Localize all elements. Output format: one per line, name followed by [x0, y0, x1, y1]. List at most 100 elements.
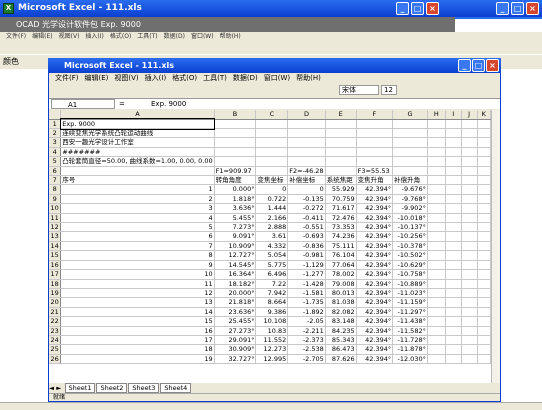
column-header[interactable]: D [287, 110, 326, 120]
cell[interactable] [427, 288, 446, 299]
menu-item[interactable]: 视图(V) [114, 74, 138, 82]
cell[interactable] [427, 213, 446, 224]
cell[interactable]: 80.013 [325, 288, 357, 299]
cell[interactable]: 17 [60, 335, 215, 346]
cell[interactable]: -10.137° [392, 222, 428, 233]
cell[interactable]: 86.473 [325, 344, 357, 355]
cell[interactable] [445, 156, 462, 167]
column-header[interactable]: G [392, 110, 428, 120]
cell[interactable]: 13 [60, 297, 215, 308]
cell[interactable]: 20.000° [214, 288, 257, 299]
sheet-tab[interactable]: Sheet2 [96, 383, 128, 393]
cell[interactable] [356, 156, 394, 167]
cell[interactable]: 3.636° [214, 203, 257, 214]
column-header[interactable]: H [427, 110, 446, 120]
cell[interactable]: 凸轮套筒直径=50.00, 曲线系数=1.00, 0.00, 0.00 [60, 156, 215, 167]
menu-item[interactable]: 窗口(W) [264, 74, 290, 82]
cell[interactable] [392, 128, 428, 139]
cell[interactable]: 71.617 [325, 203, 357, 214]
cell[interactable]: 72.476 [325, 213, 357, 224]
cell[interactable] [427, 137, 446, 148]
cell[interactable]: 8.664 [255, 297, 289, 308]
row-header[interactable]: 16 [49, 260, 62, 271]
outer-menu-item[interactable]: 格式(O) [110, 33, 131, 40]
cell[interactable]: 42.394° [356, 184, 394, 195]
sheet-tab[interactable]: Sheet1 [64, 383, 96, 393]
cell[interactable]: 7.273° [214, 222, 257, 233]
cell[interactable] [427, 269, 446, 280]
menu-item[interactable]: 数据(D) [233, 74, 258, 82]
row-header[interactable]: 2 [49, 128, 62, 139]
cell[interactable]: 27.273° [214, 326, 257, 336]
cell[interactable]: 连续变焦光学系统凸轮运动曲线 [60, 128, 215, 139]
cell[interactable]: 10 [60, 269, 215, 280]
cell[interactable]: 1 [60, 184, 215, 195]
cell[interactable]: 42.394° [356, 269, 394, 280]
cell[interactable]: 42.394° [356, 279, 394, 289]
cell[interactable]: -1.735 [287, 297, 326, 308]
cell[interactable]: 42.394° [356, 307, 394, 318]
cell[interactable] [445, 184, 462, 195]
cell[interactable] [255, 147, 289, 158]
row-header[interactable]: 5 [49, 156, 62, 167]
cell[interactable] [214, 147, 257, 158]
menu-item[interactable]: 工具(T) [203, 74, 227, 82]
cell[interactable] [427, 354, 446, 365]
cell[interactable] [445, 269, 462, 280]
cell[interactable]: 42.394° [356, 250, 394, 261]
cell[interactable]: 10.108 [255, 316, 289, 327]
cell[interactable] [477, 175, 491, 186]
cell[interactable] [445, 231, 462, 242]
column-header[interactable]: K [477, 110, 491, 120]
cell[interactable] [461, 279, 478, 289]
cell[interactable]: 16.364° [214, 269, 257, 280]
inner-minimize-button[interactable]: _ [396, 2, 409, 15]
cell[interactable]: 21.818° [214, 297, 257, 308]
cell[interactable] [392, 137, 428, 148]
cell[interactable] [445, 241, 462, 252]
cell[interactable] [287, 147, 326, 158]
cell[interactable]: 42.394° [356, 288, 394, 299]
cell[interactable] [427, 194, 446, 205]
cell[interactable]: 77.064 [325, 260, 357, 271]
cell[interactable] [477, 166, 491, 177]
cell[interactable]: 补偿升角 [392, 175, 428, 186]
cell[interactable]: -9.902° [392, 203, 428, 214]
cell[interactable] [461, 316, 478, 327]
cell[interactable] [461, 297, 478, 308]
inner-win-maximize[interactable]: □ [472, 59, 485, 72]
minimize-button[interactable]: _ [496, 2, 509, 15]
cell[interactable] [427, 335, 446, 346]
cell[interactable] [214, 156, 257, 167]
cell[interactable]: -2.705 [287, 354, 326, 365]
cell[interactable] [287, 137, 326, 148]
cell[interactable]: 18.182° [214, 279, 257, 289]
row-header[interactable]: 11 [49, 213, 62, 224]
cell[interactable]: 19 [60, 354, 215, 365]
cell[interactable]: 9 [60, 260, 215, 271]
cell[interactable]: -0.693 [287, 231, 326, 242]
cell[interactable] [392, 119, 428, 130]
cell[interactable] [461, 119, 478, 130]
cell[interactable]: -0.836 [287, 241, 326, 252]
cell[interactable]: 8 [60, 250, 215, 261]
cell[interactable] [461, 156, 478, 167]
cell[interactable] [445, 260, 462, 271]
inner-close-button[interactable]: × [426, 2, 439, 15]
cell[interactable] [427, 203, 446, 214]
cell[interactable] [427, 222, 446, 233]
cell[interactable] [461, 260, 478, 271]
cell[interactable] [427, 147, 446, 158]
cell[interactable]: -0.135 [287, 194, 326, 205]
cell[interactable]: 79.008 [325, 279, 357, 289]
cell[interactable]: 补偿坐标 [287, 175, 326, 186]
row-header[interactable]: 20 [49, 297, 62, 308]
cell[interactable]: -11.159° [392, 297, 428, 308]
formula-input[interactable]: Exp. 9000 [151, 99, 186, 109]
cell[interactable] [445, 119, 462, 130]
cell[interactable] [461, 213, 478, 224]
cell[interactable]: 42.394° [356, 335, 394, 346]
cell[interactable] [427, 297, 446, 308]
spreadsheet-grid[interactable]: A B C D E F G H I J K 1 Exp. 9000 2 连续变焦光学系统凸轮运动曲线 3 西安一… [49, 110, 491, 383]
cell[interactable] [325, 119, 357, 130]
